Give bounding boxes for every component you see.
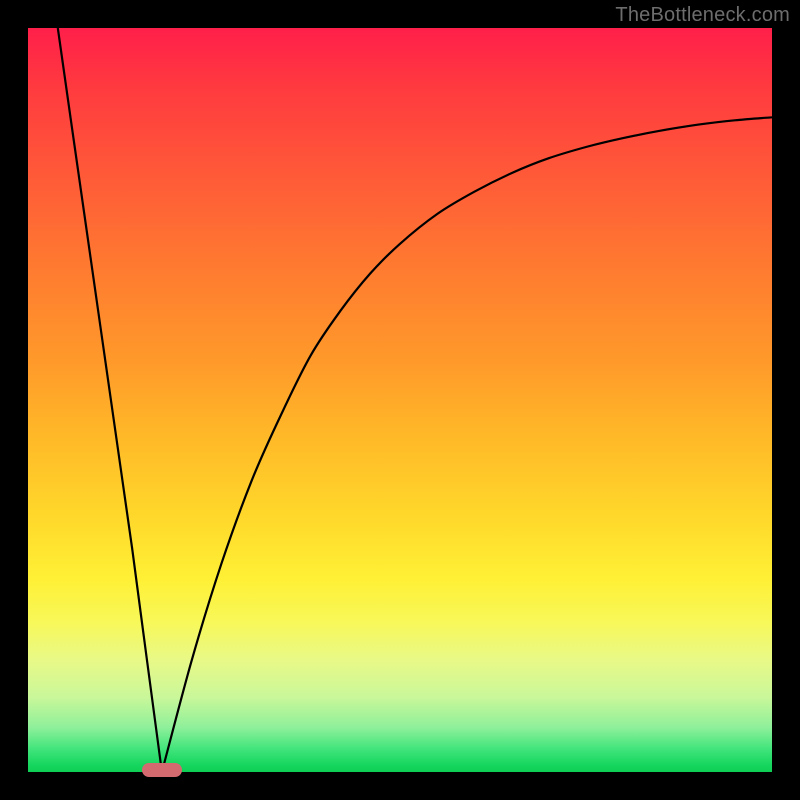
- bottleneck-marker: [142, 763, 182, 777]
- watermark-text: TheBottleneck.com: [615, 4, 790, 27]
- curve-left: [58, 28, 162, 772]
- plot-area: [28, 28, 772, 772]
- curve-right: [162, 117, 772, 772]
- chart-frame: TheBottleneck.com: [0, 0, 800, 800]
- curve-overlay: [28, 28, 772, 772]
- curve: [58, 28, 772, 772]
